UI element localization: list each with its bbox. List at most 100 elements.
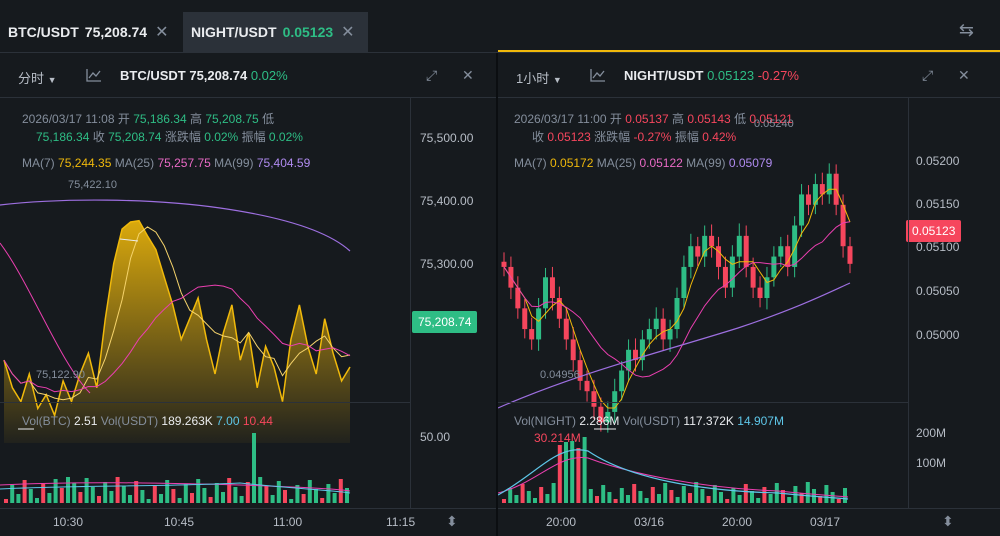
y-axis-label: 0.05200 <box>916 154 960 168</box>
volume-bar <box>128 495 132 503</box>
ma99-line <box>0 199 351 252</box>
right-chart-panel: 1小时 ▼ NIGHT/USDT 0.05123 -0.27% ⤢ ✕ 2026… <box>498 53 1000 536</box>
volume-bar <box>768 494 773 503</box>
chart-icon[interactable] <box>86 68 102 85</box>
interval-dropdown[interactable]: 1小时 ▼ <box>516 68 562 87</box>
volume-bar <box>10 485 15 503</box>
tab-symbol: NIGHT/USDT <box>191 24 277 40</box>
pair-price: 0.05123 <box>707 68 755 83</box>
volume-bar <box>725 499 730 503</box>
tab-night-usdt[interactable]: NIGHT/USDT 0.05123 ✕ <box>183 12 368 52</box>
volume-bar <box>626 495 630 503</box>
swap-icon[interactable]: ⇆ <box>959 20 974 41</box>
tab-price: 0.05123 <box>282 24 334 40</box>
x-axis-label: 20:00 <box>546 515 577 529</box>
candle-body <box>771 256 777 278</box>
ohlc-info-row1: 2026/03/17 11:00 开 0.05137 高 0.05143 低 0… <box>514 112 793 126</box>
volume-bar <box>289 499 294 503</box>
fullscreen-icon[interactable]: ⬍ <box>942 513 954 530</box>
candle-body <box>688 246 694 267</box>
pair-change: 0.02% <box>250 68 288 83</box>
volume-bar <box>694 482 699 503</box>
volume-bar <box>526 491 531 503</box>
volume-bar <box>756 498 761 503</box>
chevron-down-icon: ▼ <box>47 75 57 85</box>
x-axis-label: 11:00 <box>273 515 303 529</box>
volume-bar <box>681 486 686 503</box>
volume-axis-label: 50.00 <box>420 430 451 444</box>
candle-body <box>716 246 722 267</box>
y-axis-label: 0.05050 <box>916 284 960 298</box>
close-icon[interactable]: ✕ <box>155 22 168 42</box>
y-axis-label: 75,500.00 <box>420 131 474 145</box>
tab-btc-usdt[interactable]: BTC/USDT 75,208.74 ✕ <box>8 12 168 52</box>
high-marker-label: 75,422.10 <box>68 179 117 191</box>
candlestick-chart[interactable] <box>498 153 908 453</box>
close-icon[interactable]: ✕ <box>341 22 354 42</box>
expand-icon[interactable]: ⤢ <box>426 67 437 84</box>
candle-body <box>653 318 659 330</box>
volume-bar <box>16 494 21 503</box>
volume-chart[interactable] <box>0 433 410 503</box>
volume-bar <box>332 493 337 503</box>
candle-body <box>702 235 708 257</box>
volume-bar <box>706 496 711 503</box>
volume-bar <box>208 497 213 503</box>
volume-bar <box>283 490 287 503</box>
volume-chart[interactable] <box>498 433 908 503</box>
volume-legend: Vol(NIGHT) 2.286M Vol(USDT) 117.372K 14.… <box>514 414 784 428</box>
close-icon[interactable]: ✕ <box>958 67 970 84</box>
volume-bar <box>41 484 46 503</box>
expand-icon[interactable]: ⤢ <box>922 67 933 84</box>
y-axis-label: 75,400.00 <box>420 194 474 208</box>
volume-bar <box>66 477 70 503</box>
volume-bar <box>84 478 89 503</box>
volume-bar <box>146 499 151 503</box>
volume-bar <box>545 494 550 503</box>
volume-bar <box>121 486 126 503</box>
volume-bar <box>140 490 145 503</box>
volume-bar <box>675 497 680 503</box>
chart-icon[interactable] <box>590 68 606 85</box>
close-icon[interactable]: ✕ <box>462 67 474 84</box>
interval-dropdown[interactable]: 分时 ▼ <box>18 68 57 87</box>
candle-body <box>570 339 576 361</box>
candle-body <box>646 329 652 340</box>
volume-bar <box>134 481 139 503</box>
volume-bar <box>601 485 606 503</box>
candle-body <box>729 256 735 288</box>
pair-change: -0.27% <box>757 68 799 83</box>
volume-bar <box>619 488 624 503</box>
candle-date: 2026/03/17 11:08 <box>22 112 115 126</box>
volume-bar <box>712 485 717 503</box>
volume-bar <box>270 495 275 503</box>
volume-bar <box>737 495 742 503</box>
ohlc-info-row2: 收 0.05123 涨跌幅 -0.27% 振幅 0.42% <box>532 130 737 144</box>
ohlc-info-row2: 75,186.34 收 75,208.74 涨跌幅 0.02% 振幅 0.02% <box>36 130 303 144</box>
candle-body <box>667 329 673 340</box>
candle-body <box>584 380 590 392</box>
x-axis-label: 03/16 <box>634 515 665 529</box>
ohlc-info-row1: 2026/03/17 11:08 开 75,186.34 高 75,208.75… <box>22 112 275 126</box>
volume-bar <box>320 498 325 503</box>
volume-bar <box>644 498 649 503</box>
candle-body <box>847 246 853 264</box>
volume-bar <box>109 491 114 503</box>
volume-bar <box>97 496 101 503</box>
volume-bar <box>688 493 692 503</box>
volume-bar <box>59 488 64 503</box>
volume-bar <box>190 493 194 503</box>
candle-body <box>792 225 798 267</box>
volume-bar <box>663 483 668 503</box>
volume-bar <box>533 498 537 503</box>
candle-body <box>805 194 811 205</box>
volume-bar <box>115 477 120 503</box>
y-axis-label: 0.05150 <box>916 197 960 211</box>
price-area-chart[interactable] <box>0 153 410 453</box>
volume-bar <box>301 494 306 503</box>
volume-bar <box>78 492 83 503</box>
volume-bar <box>239 496 244 503</box>
fullscreen-icon[interactable]: ⬍ <box>446 513 458 530</box>
volume-bar <box>700 489 705 503</box>
volume-bar <box>196 479 201 503</box>
